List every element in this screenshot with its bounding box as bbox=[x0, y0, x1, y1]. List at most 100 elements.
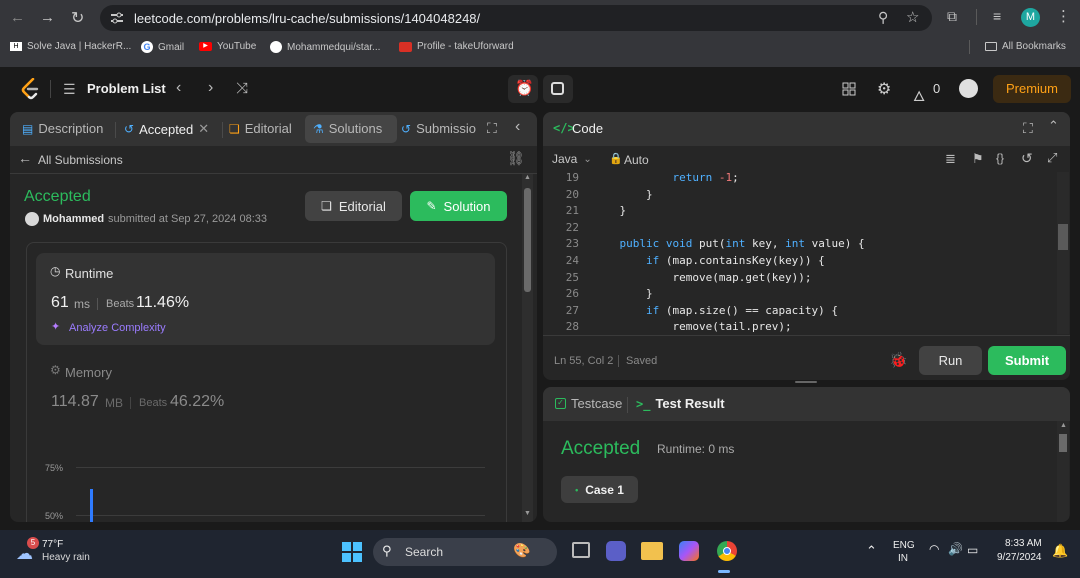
settings-gear-icon[interactable]: ⚙ bbox=[877, 79, 891, 99]
maximize-icon[interactable]: ⛶ bbox=[1023, 120, 1033, 137]
prev-problem-icon[interactable]: ‹ bbox=[176, 79, 181, 97]
taskbar-search[interactable]: ⚲ Search 🎨 bbox=[373, 538, 557, 566]
tab-solutions[interactable]: ⚗ Solutions bbox=[313, 121, 382, 136]
task-view-icon[interactable] bbox=[572, 542, 590, 558]
clock-date[interactable]: 9/27/2024 bbox=[997, 552, 1042, 563]
volume-icon[interactable]: 🔊 bbox=[948, 542, 963, 556]
menu-icon[interactable]: ⋮ bbox=[1056, 7, 1071, 25]
copilot-icon[interactable] bbox=[679, 541, 699, 561]
site-settings-icon[interactable] bbox=[110, 12, 124, 24]
code-line[interactable]: remove(map.get(key)); bbox=[593, 269, 811, 286]
collapse-icon[interactable]: ‹ bbox=[515, 118, 520, 136]
solution-button[interactable]: ✎ Solution bbox=[410, 191, 507, 221]
teams-icon[interactable] bbox=[606, 541, 626, 561]
clock-time[interactable]: 8:33 AM bbox=[1005, 538, 1042, 549]
user-avatar[interactable] bbox=[959, 79, 978, 98]
bookmark-star-icon[interactable]: ☆ bbox=[906, 8, 919, 26]
submitter-name[interactable]: Mohammed bbox=[43, 213, 104, 225]
bookmark-youtube[interactable]: ▶ YouTube bbox=[199, 41, 256, 52]
editor-scrollbar[interactable] bbox=[1057, 172, 1069, 334]
auto-mode[interactable]: Auto bbox=[624, 153, 649, 167]
reload-icon[interactable]: ↻ bbox=[71, 8, 84, 28]
code-line[interactable]: } bbox=[593, 285, 653, 302]
media-icon[interactable]: ≡ bbox=[993, 8, 1001, 24]
all-bookmarks[interactable]: All Bookmarks bbox=[985, 41, 1066, 52]
close-tab-icon[interactable]: ✕ bbox=[198, 121, 209, 137]
code-line[interactable]: if (map.size() == capacity) { bbox=[593, 302, 838, 319]
format-icon[interactable]: ≣ bbox=[945, 151, 956, 167]
problem-list-link[interactable]: Problem List bbox=[87, 81, 166, 96]
bookmark-hackerrank[interactable]: H Solve Java | HackerR... bbox=[10, 41, 131, 52]
input-language[interactable]: ENG bbox=[893, 540, 915, 551]
share-link-icon[interactable]: ⛓ bbox=[507, 150, 525, 167]
tab-submissions[interactable]: ↺ Submissio bbox=[401, 121, 476, 136]
test-scroll-thumb[interactable] bbox=[1059, 434, 1067, 452]
tab-editorial[interactable]: ❏ Editorial bbox=[229, 121, 292, 136]
layout-icon[interactable] bbox=[842, 82, 856, 96]
scrollbar-track[interactable]: ▲ ▼ bbox=[522, 174, 533, 522]
code-line[interactable]: return -1; bbox=[593, 172, 738, 186]
code-line[interactable]: if (map.containsKey(key)) { bbox=[593, 252, 825, 269]
chrome-icon[interactable] bbox=[717, 541, 737, 561]
tab-accepted[interactable]: ↺ Accepted ✕ bbox=[124, 121, 209, 137]
leetcode-logo-icon[interactable] bbox=[20, 78, 40, 100]
file-explorer-icon[interactable] bbox=[641, 542, 663, 560]
memory-card[interactable]: ⚙ Memory 114.87 MB Beats 46.22% bbox=[36, 356, 495, 430]
input-region[interactable]: IN bbox=[898, 553, 908, 564]
expand-icon[interactable]: ⤢ bbox=[1047, 150, 1057, 166]
profile-avatar[interactable]: M bbox=[1021, 8, 1040, 27]
forward-icon[interactable]: → bbox=[40, 9, 55, 26]
resize-handle[interactable] bbox=[795, 381, 817, 383]
debug-bug-icon[interactable]: 🐞 bbox=[889, 351, 908, 369]
tab-description[interactable]: ▤ Description bbox=[22, 121, 103, 136]
collapse-up-icon[interactable]: ⌃ bbox=[1048, 118, 1059, 134]
submit-button[interactable]: Submit bbox=[988, 346, 1066, 375]
tab-test-result[interactable]: >_ Test Result bbox=[636, 396, 725, 411]
code-editor[interactable]: 19 return -1; 20 } 21 } 22 23 public void pu… bbox=[543, 172, 1070, 334]
code-line[interactable]: } bbox=[593, 186, 653, 203]
battery-icon[interactable]: ▭ bbox=[967, 543, 978, 557]
address-bar[interactable]: leetcode.com/problems/lru-cache/submissi… bbox=[100, 5, 932, 31]
tray-expand-icon[interactable]: ⌃ bbox=[866, 543, 877, 559]
notification-bell-icon[interactable]: 🔔 bbox=[1052, 543, 1068, 559]
runtime-card[interactable]: ◷ Runtime 61 ms Beats 11.46% ✦ Analyze C… bbox=[36, 253, 495, 345]
back-icon[interactable]: ← bbox=[10, 9, 25, 26]
scroll-up-icon[interactable]: ▲ bbox=[524, 174, 531, 181]
language-select[interactable]: Java ⌄ bbox=[552, 152, 592, 166]
bookmark-github[interactable]: Mohammedqui/star... bbox=[270, 41, 380, 53]
code-line[interactable]: remove(tail.prev); bbox=[593, 318, 791, 334]
zoom-icon[interactable]: ⚲ bbox=[878, 9, 888, 26]
shuffle-icon[interactable]: ⤨ bbox=[236, 80, 248, 97]
chart-bar-current[interactable] bbox=[90, 489, 93, 522]
weather-widget[interactable]: ☁ 5 bbox=[13, 537, 39, 563]
next-problem-icon[interactable]: › bbox=[208, 79, 213, 97]
analyze-complexity-link[interactable]: Analyze Complexity bbox=[69, 322, 166, 334]
all-submissions-link[interactable]: All Submissions bbox=[38, 153, 123, 167]
maximize-icon[interactable]: ⛶ bbox=[487, 120, 497, 137]
code-line[interactable]: } bbox=[593, 202, 626, 219]
braces-icon[interactable]: {} bbox=[996, 151, 1004, 165]
scroll-down-icon[interactable]: ▼ bbox=[524, 510, 531, 517]
streak-flame-icon[interactable]: 🜂 bbox=[913, 80, 925, 109]
test-scrollbar[interactable]: ▲ bbox=[1057, 421, 1069, 522]
premium-button[interactable]: Premium bbox=[993, 75, 1071, 103]
bookmark-gmail[interactable]: G Gmail bbox=[141, 41, 184, 53]
case-1-button[interactable]: • Case 1 bbox=[561, 476, 638, 503]
timer-button[interactable]: ⏰ bbox=[508, 75, 538, 103]
bookmark-takeuforward[interactable]: Profile - takeUforward bbox=[399, 41, 514, 52]
reset-icon[interactable]: ↺ bbox=[1021, 150, 1033, 167]
editorial-button[interactable]: ❏ Editorial bbox=[305, 191, 402, 221]
scrollbar-thumb[interactable] bbox=[524, 188, 531, 292]
code-line[interactable]: public void put(int key, int value) { bbox=[593, 235, 865, 252]
code-title[interactable]: Code bbox=[572, 121, 603, 136]
wifi-icon[interactable]: ◠ bbox=[929, 542, 939, 556]
back-arrow-icon[interactable]: ← bbox=[18, 150, 32, 166]
extensions-icon[interactable]: ⧉ bbox=[947, 8, 957, 25]
bookmark-icon[interactable]: ⚑ bbox=[972, 151, 984, 167]
editor-scroll-thumb[interactable] bbox=[1058, 224, 1068, 250]
run-button[interactable]: Run bbox=[919, 346, 982, 375]
scroll-up-icon[interactable]: ▲ bbox=[1060, 422, 1067, 429]
tab-testcase[interactable]: ✓ Testcase bbox=[555, 396, 622, 411]
windows-start-icon[interactable] bbox=[342, 542, 362, 562]
notes-button[interactable] bbox=[543, 75, 573, 103]
